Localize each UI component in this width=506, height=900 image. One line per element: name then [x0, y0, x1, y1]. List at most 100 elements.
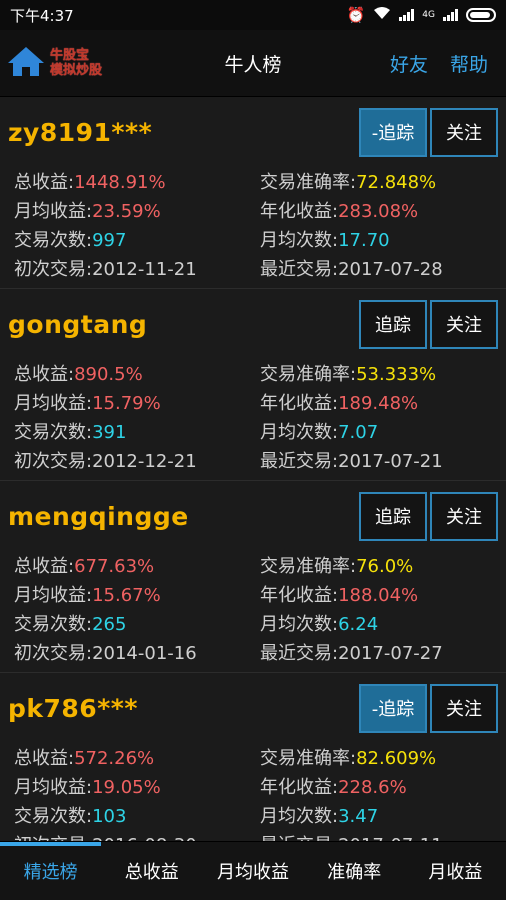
follow-button[interactable]: 关注: [430, 683, 498, 733]
stat-value: 391: [92, 422, 127, 443]
stat-trade-count: 交易次数:265: [14, 610, 260, 639]
stat-accuracy: 交易准确率:72.848%: [260, 168, 506, 197]
stat-label: 总收益:: [14, 172, 75, 193]
stat-label: 总收益:: [14, 748, 75, 769]
stat-label: 初次交易:: [14, 451, 93, 472]
user-card[interactable]: zy8191*** -追踪 关注 总收益:1448.91% 交易准确率:72.84…: [0, 97, 506, 289]
stat-first-trade: 初次交易:2012-11-21: [14, 255, 260, 284]
stat-recent-trade: 最近交易:2017-07-27: [260, 639, 506, 668]
signal-icon-2: [443, 9, 458, 21]
stat-trade-count: 交易次数:997: [14, 226, 260, 255]
stat-monthly-count: 月均次数:3.47: [260, 802, 506, 831]
stat-label: 总收益:: [14, 556, 75, 577]
stat-value: 283.08%: [338, 201, 419, 222]
stat-monthly-return: 月均收益:15.67%: [14, 581, 260, 610]
status-time: 下午4:37: [10, 6, 74, 25]
stat-label: 交易次数:: [14, 614, 93, 635]
stat-label: 初次交易:: [14, 259, 93, 280]
stat-value: 2017-07-28: [338, 259, 443, 280]
stat-recent-trade: 最近交易:2017-07-21: [260, 447, 506, 476]
stat-label: 最近交易:: [260, 451, 339, 472]
tab-2[interactable]: 月均收益: [202, 842, 303, 900]
stat-label: 月均收益:: [14, 777, 93, 798]
stats-grid: 总收益:1448.91% 交易准确率:72.848% 月均收益:23.59% 年化收益…: [8, 168, 498, 284]
user-card[interactable]: pk786*** -追踪 关注 总收益:572.26% 交易准确率:82.609%…: [0, 673, 506, 841]
stat-label: 月均收益:: [14, 393, 93, 414]
stat-value: 677.63%: [74, 556, 155, 577]
help-link[interactable]: 帮助: [450, 50, 488, 77]
stats-grid: 总收益:677.63% 交易准确率:76.0% 月均收益:15.67% 年化收益:18…: [8, 552, 498, 668]
stat-label: 月均收益:: [14, 201, 93, 222]
stat-value: 15.79%: [92, 393, 161, 414]
follow-button[interactable]: 关注: [430, 299, 498, 349]
tab-4[interactable]: 月收益: [405, 842, 506, 900]
stat-label: 年化收益:: [260, 585, 339, 606]
alarm-icon: ⏰: [346, 6, 366, 24]
username[interactable]: mengqingge: [8, 502, 189, 531]
tab-0[interactable]: 精选榜: [0, 842, 102, 900]
stat-label: 交易次数:: [14, 230, 93, 251]
stat-label: 交易准确率:: [260, 364, 357, 385]
stat-value: 72.848%: [356, 172, 437, 193]
stat-value: 997: [92, 230, 127, 251]
stat-value: 103: [92, 806, 127, 827]
friends-link[interactable]: 好友: [390, 50, 428, 77]
home-icon: [6, 44, 46, 82]
stat-first-trade: 初次交易:2016-08-30: [14, 831, 260, 841]
follow-button[interactable]: 关注: [430, 491, 498, 541]
stat-value: 53.333%: [356, 364, 437, 385]
track-button[interactable]: -追踪: [359, 683, 427, 733]
stat-annual-return: 年化收益:189.48%: [260, 389, 506, 418]
stat-label: 交易准确率:: [260, 556, 357, 577]
stat-accuracy: 交易准确率:76.0%: [260, 552, 506, 581]
stat-monthly-return: 月均收益:23.59%: [14, 197, 260, 226]
username[interactable]: zy8191***: [8, 118, 152, 147]
stat-label: 交易次数:: [14, 806, 93, 827]
stat-first-trade: 初次交易:2012-12-21: [14, 447, 260, 476]
stat-label: 总收益:: [14, 364, 75, 385]
stat-value: 2017-07-27: [338, 643, 443, 664]
stat-trade-count: 交易次数:103: [14, 802, 260, 831]
ranking-list[interactable]: zy8191*** -追踪 关注 总收益:1448.91% 交易准确率:72.84…: [0, 97, 506, 841]
stat-total-return: 总收益:677.63%: [14, 552, 260, 581]
bottom-tab-bar: 精选榜 总收益 月均收益 准确率 月收益: [0, 841, 506, 900]
stat-label: 年化收益:: [260, 777, 339, 798]
stat-label: 初次交易:: [14, 643, 93, 664]
track-button[interactable]: 追踪: [359, 299, 427, 349]
stat-total-return: 总收益:1448.91%: [14, 168, 260, 197]
stat-label: 最近交易:: [260, 643, 339, 664]
stat-annual-return: 年化收益:283.08%: [260, 197, 506, 226]
username[interactable]: gongtang: [8, 310, 147, 339]
stat-label: 月均次数:: [260, 614, 339, 635]
stats-grid: 总收益:890.5% 交易准确率:53.333% 月均收益:15.79% 年化收益:1…: [8, 360, 498, 476]
stat-value: 6.24: [338, 614, 379, 635]
stat-value: 7.07: [338, 422, 379, 443]
stat-value: 23.59%: [92, 201, 161, 222]
track-button[interactable]: 追踪: [359, 491, 427, 541]
status-icons: ⏰ 4G: [347, 6, 496, 24]
user-card[interactable]: mengqingge 追踪 关注 总收益:677.63% 交易准确率:76.0% 月…: [0, 481, 506, 673]
stat-value: 189.48%: [338, 393, 419, 414]
stat-value: 1448.91%: [74, 172, 166, 193]
stat-label: 交易准确率:: [260, 748, 357, 769]
tab-1[interactable]: 总收益: [101, 842, 202, 900]
stat-recent-trade: 最近交易:2017-07-11: [260, 831, 506, 841]
track-button[interactable]: -追踪: [359, 107, 427, 157]
username[interactable]: pk786***: [8, 694, 138, 723]
user-card[interactable]: gongtang 追踪 关注 总收益:890.5% 交易准确率:53.333% 月均…: [0, 289, 506, 481]
signal-icon: [399, 9, 415, 21]
stat-value: 228.6%: [338, 777, 407, 798]
stat-value: 3.47: [338, 806, 379, 827]
app-logo[interactable]: 牛股宝 模拟炒股: [6, 44, 102, 82]
follow-button[interactable]: 关注: [430, 107, 498, 157]
network-type: 4G: [422, 10, 435, 20]
stat-monthly-count: 月均次数:6.24: [260, 610, 506, 639]
stat-label: 年化收益:: [260, 201, 339, 222]
stat-annual-return: 年化收益:228.6%: [260, 773, 506, 802]
stat-value: 15.67%: [92, 585, 161, 606]
tab-3[interactable]: 准确率: [304, 842, 405, 900]
stat-label: 最近交易:: [260, 259, 339, 280]
stat-value: 17.70: [338, 230, 390, 251]
stat-value: 2014-01-16: [92, 643, 197, 664]
stat-total-return: 总收益:572.26%: [14, 744, 260, 773]
